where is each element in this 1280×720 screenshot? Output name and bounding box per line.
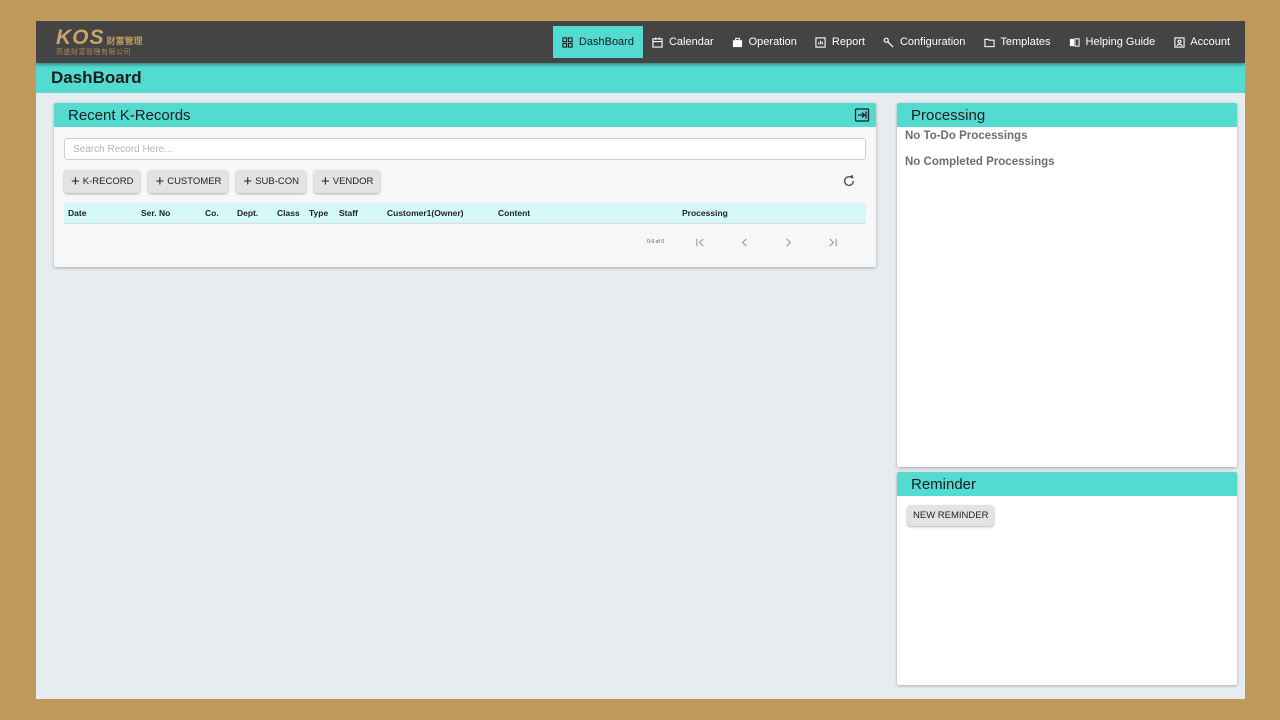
account-icon xyxy=(1173,36,1185,48)
pagination-range: 0-0 of 0 xyxy=(647,239,664,245)
button-label: CUSTOMER xyxy=(167,176,222,187)
nav-item-label: Helping Guide xyxy=(1085,36,1156,48)
plus-icon: + xyxy=(155,172,165,190)
refresh-icon[interactable] xyxy=(842,174,856,188)
open-external-icon[interactable] xyxy=(853,106,871,124)
nav-item-dashboard[interactable]: DashBoard xyxy=(552,26,643,58)
add-k-record-button[interactable]: + K-RECORD xyxy=(64,170,141,193)
previous-page-icon[interactable] xyxy=(722,235,766,249)
records-table-header: Date Ser. No Co. Dept. Class Type Staff … xyxy=(64,203,866,224)
column-header-co[interactable]: Co. xyxy=(201,208,233,218)
first-page-icon[interactable] xyxy=(678,235,722,249)
nav-item-operation[interactable]: Operation xyxy=(723,26,806,58)
todo-processings-text: No To-Do Processings xyxy=(905,130,1028,142)
main-nav: DashBoard Calendar Operation Report Conf… xyxy=(552,21,1245,63)
logo-sub-text: 高盛財富管理有限公司 xyxy=(56,48,131,56)
column-header-processing[interactable]: Processing xyxy=(678,208,798,218)
add-vendor-button[interactable]: + VENDOR xyxy=(313,170,381,193)
add-customer-button[interactable]: + CUSTOMER xyxy=(148,170,229,193)
reminder-card: Reminder NEW REMINDER xyxy=(897,472,1237,685)
folder-icon xyxy=(983,36,995,48)
add-sub-con-button[interactable]: + SUB-CON xyxy=(236,170,306,193)
page-title: DashBoard xyxy=(51,68,142,87)
book-icon xyxy=(1069,36,1081,48)
calendar-icon xyxy=(652,36,664,48)
reminder-card-header: Reminder xyxy=(897,472,1237,496)
nav-item-report[interactable]: Report xyxy=(806,26,874,58)
last-page-icon[interactable] xyxy=(810,235,854,249)
recent-records-card: Recent K-Records +K-RECORD +CUSTOMER +SU… xyxy=(54,103,876,267)
records-card-header: Recent K-Records xyxy=(54,103,876,127)
logo-side-text: 財富管理 xyxy=(106,35,143,46)
table-pagination: 0-0 of 0 xyxy=(647,235,854,249)
column-header-content[interactable]: Content xyxy=(494,208,678,218)
processing-card-header: Processing xyxy=(897,103,1237,127)
top-navigation-bar: KOS 財富管理 高盛財富管理有限公司 DashBoard Calendar O… xyxy=(36,21,1245,63)
plus-icon: + xyxy=(320,172,330,190)
nav-item-templates[interactable]: Templates xyxy=(974,26,1059,58)
nav-item-label: Operation xyxy=(748,36,797,48)
nav-item-label: Report xyxy=(831,36,865,48)
page-title-bar: DashBoard xyxy=(36,63,1245,93)
dashboard-icon xyxy=(562,36,574,48)
completed-processings-text: No Completed Processings xyxy=(905,156,1055,168)
nav-item-label: Calendar xyxy=(668,36,714,48)
nav-item-calendar[interactable]: Calendar xyxy=(643,26,723,58)
button-label: VENDOR xyxy=(332,176,374,187)
plus-icon: + xyxy=(243,172,253,190)
new-reminder-button[interactable]: NEW REMINDER xyxy=(907,505,995,526)
wrench-icon xyxy=(883,36,895,48)
column-header-class[interactable]: Class xyxy=(273,208,305,218)
column-header-customer-owner[interactable]: Customer1(Owner) xyxy=(383,208,494,218)
nav-item-label: Templates xyxy=(1000,36,1051,48)
column-header-date[interactable]: Date xyxy=(64,208,137,218)
nav-item-account[interactable]: Account xyxy=(1164,26,1239,58)
briefcase-icon xyxy=(732,36,744,48)
column-header-type[interactable]: Type xyxy=(305,208,335,218)
logo-main-text: KOS xyxy=(56,25,105,49)
nav-item-label: Configuration xyxy=(899,36,966,48)
button-label: K-RECORD xyxy=(82,176,134,187)
record-action-buttons: + K-RECORD + CUSTOMER + SUB-CON + VENDOR xyxy=(64,170,381,193)
nav-item-helping-guide[interactable]: Helping Guide xyxy=(1060,26,1165,58)
column-header-dept[interactable]: Dept. xyxy=(233,208,273,218)
search-record-input[interactable] xyxy=(64,138,866,160)
processing-card-title: Processing xyxy=(911,106,986,124)
plus-icon: + xyxy=(71,172,80,190)
nav-item-configuration[interactable]: Configuration xyxy=(874,26,974,58)
next-page-icon[interactable] xyxy=(766,235,810,249)
column-header-staff[interactable]: Staff xyxy=(335,208,383,218)
nav-item-label: Account xyxy=(1190,36,1230,48)
processing-card: Processing No To-Do Processings No Compl… xyxy=(897,103,1237,467)
processing-body: No To-Do Processings No Completed Proces… xyxy=(897,127,1237,185)
button-label: SUB-CON xyxy=(255,176,299,187)
app-window: KOS 財富管理 高盛財富管理有限公司 DashBoard Calendar O… xyxy=(36,21,1245,699)
company-logo[interactable]: KOS 財富管理 高盛財富管理有限公司 xyxy=(56,21,143,63)
report-icon xyxy=(815,36,827,48)
nav-item-label: DashBoard xyxy=(578,36,634,48)
reminder-card-title: Reminder xyxy=(911,475,977,493)
column-header-ser-no[interactable]: Ser. No xyxy=(137,208,201,218)
records-card-title: Recent K-Records xyxy=(68,106,191,124)
